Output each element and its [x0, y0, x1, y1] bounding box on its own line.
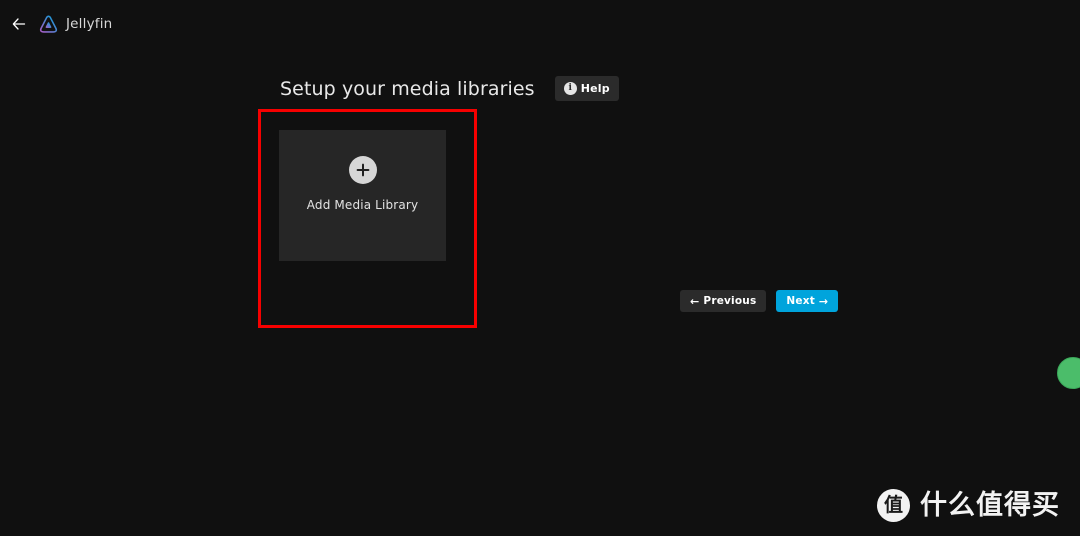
add-media-library-card[interactable]: Add Media Library	[279, 130, 446, 261]
page-header: Setup your media libraries i Help	[280, 76, 619, 101]
brand-name-label: Jellyfin	[66, 16, 113, 32]
watermark-text: 什么值得买	[920, 490, 1060, 521]
next-button-label: Next	[786, 295, 815, 307]
next-button[interactable]: Next →	[776, 290, 839, 312]
arrow-left-icon	[11, 16, 27, 32]
info-circle-icon: i	[563, 82, 577, 95]
jellyfin-logo-icon	[38, 14, 59, 35]
app-screen: Jellyfin Setup your media libraries i He…	[0, 0, 1080, 536]
wizard-navigation: ← Previous Next →	[680, 290, 839, 312]
previous-button-label: Previous	[703, 295, 757, 307]
top-bar: Jellyfin	[0, 0, 1080, 48]
brand-home-link[interactable]: Jellyfin	[38, 14, 112, 35]
watermark: 值 什么值得买	[877, 489, 1060, 522]
arrow-right-icon: →	[818, 294, 829, 308]
arrow-left-icon: ←	[690, 294, 700, 308]
help-button-label: Help	[580, 82, 610, 95]
help-button[interactable]: i Help	[554, 76, 619, 101]
main-content: Setup your media libraries i Help Add Me…	[0, 48, 1080, 536]
previous-button[interactable]: ← Previous	[680, 290, 767, 312]
page-title: Setup your media libraries	[280, 77, 535, 100]
plus-circle-icon	[348, 156, 377, 184]
back-button[interactable]	[4, 9, 34, 39]
watermark-logo-icon: 值	[877, 489, 910, 522]
add-media-library-label: Add Media Library	[306, 198, 419, 212]
